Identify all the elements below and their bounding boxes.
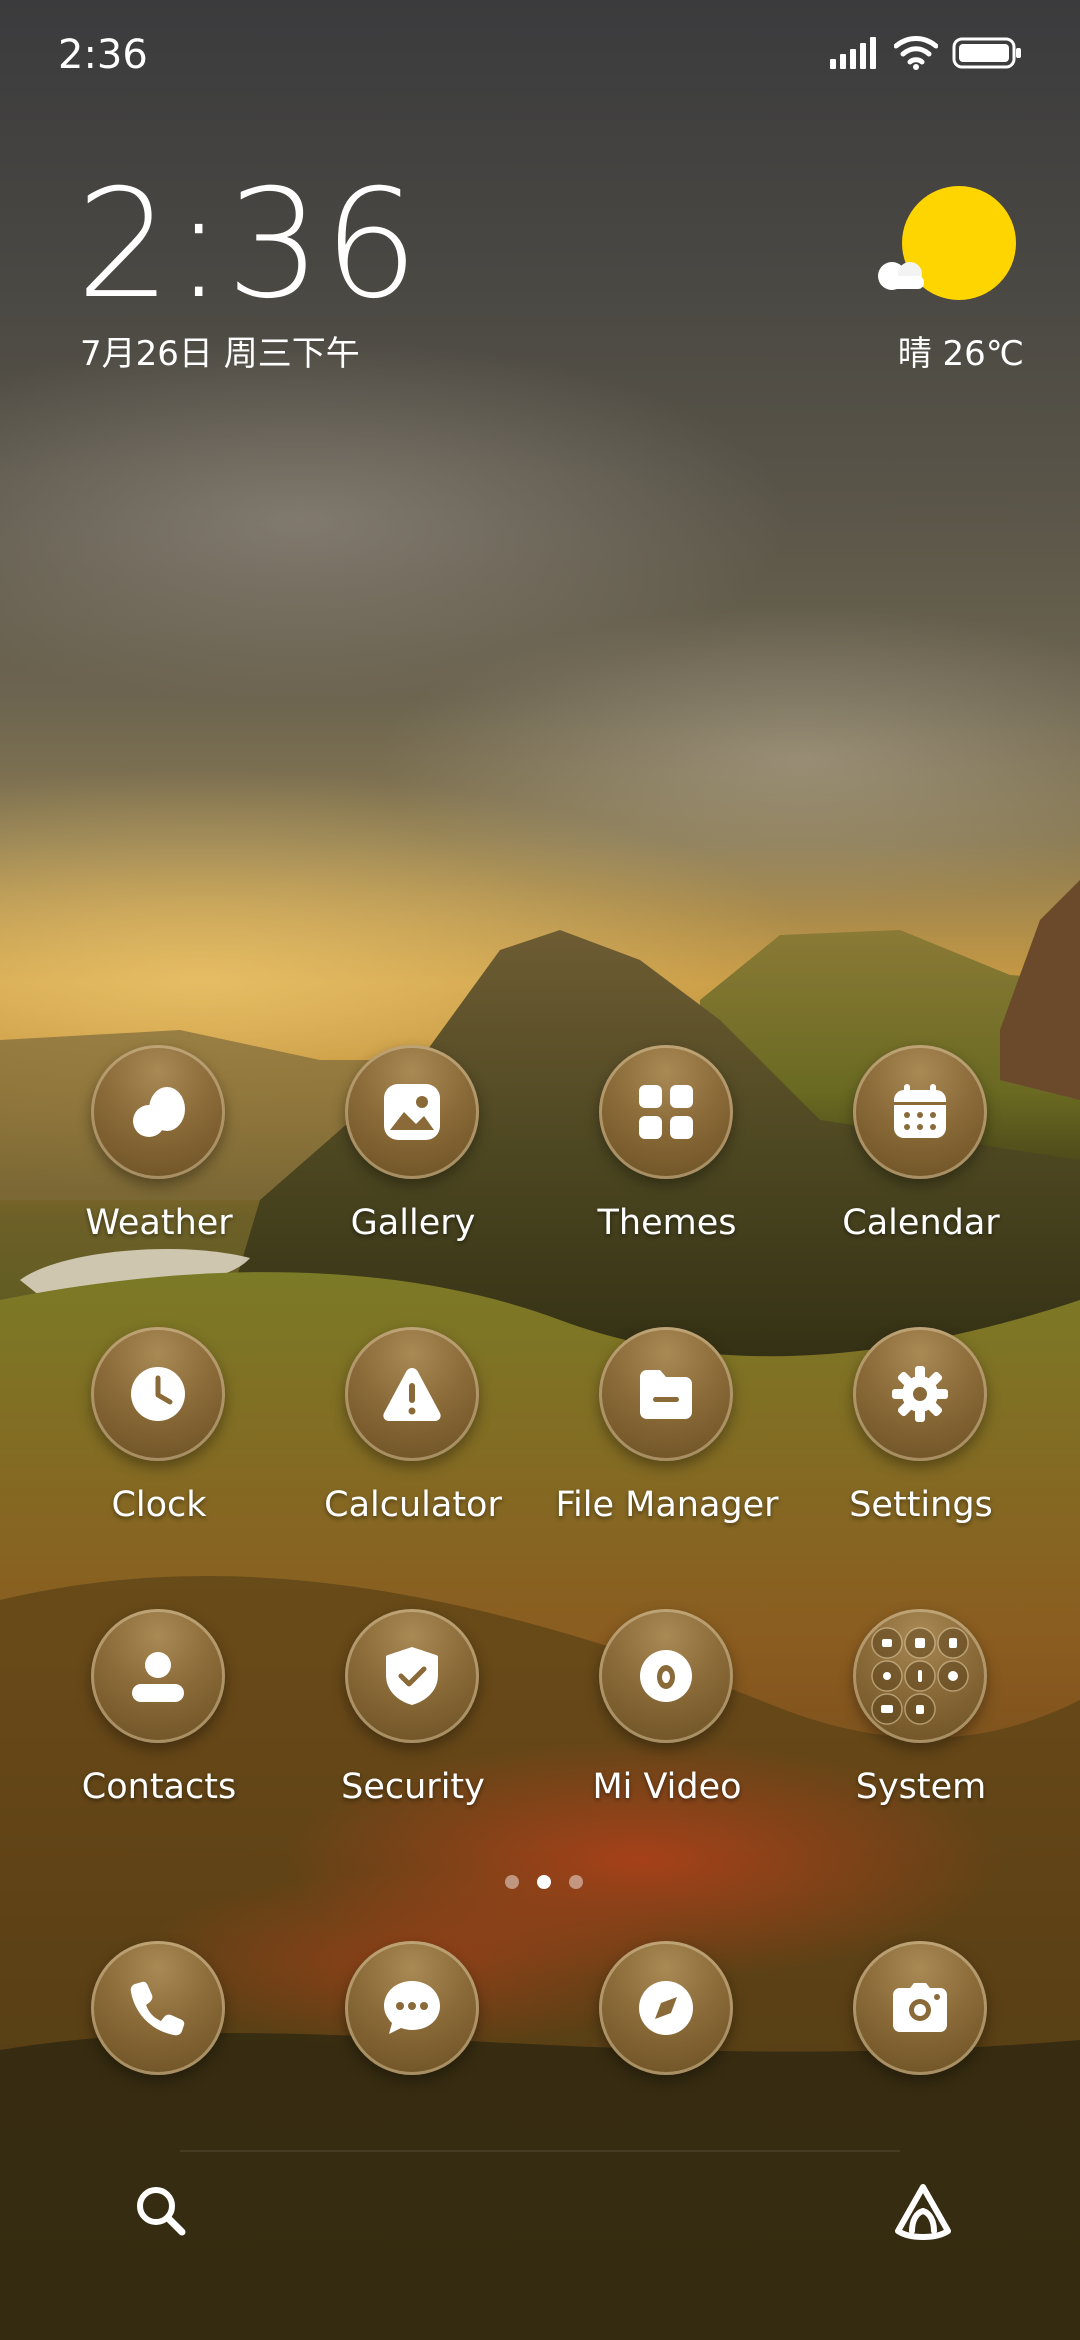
assistant-button[interactable] xyxy=(888,2176,958,2246)
app-label: System xyxy=(855,1767,987,1807)
app-weather[interactable]: Weather xyxy=(32,1045,286,1275)
person-icon xyxy=(91,1609,225,1743)
dock-divider xyxy=(180,2150,900,2152)
clock-widget-time[interactable]: 2:36 xyxy=(76,170,421,320)
weather-drop-icon xyxy=(91,1045,225,1179)
warning-triangle-icon xyxy=(345,1327,479,1461)
app-label: Themes xyxy=(597,1203,737,1243)
app-themes[interactable]: Themes xyxy=(540,1045,794,1275)
weather-text: 晴 26℃ xyxy=(897,334,1024,374)
search-button[interactable] xyxy=(126,2176,196,2246)
status-bar: 2:36 xyxy=(0,0,1080,110)
message-bubble-icon xyxy=(345,1941,479,2075)
folder-grid-icon xyxy=(853,1609,987,1743)
app-label: Clock xyxy=(111,1485,207,1525)
app-label: Mi Video xyxy=(592,1767,742,1807)
page-dot-active[interactable] xyxy=(537,1875,551,1889)
page-indicator[interactable] xyxy=(444,1870,644,1894)
app-label: Calendar xyxy=(842,1203,1000,1243)
app-label: Contacts xyxy=(81,1767,237,1807)
search-icon xyxy=(137,2187,186,2236)
dock-browser[interactable] xyxy=(540,1941,794,2171)
weather-widget[interactable]: 晴 26℃ xyxy=(874,186,1024,374)
battery-icon xyxy=(952,37,1021,69)
app-gallery[interactable]: Gallery xyxy=(286,1045,540,1275)
status-icons xyxy=(830,36,1022,70)
app-clock[interactable]: Clock xyxy=(32,1327,286,1557)
page-dot[interactable] xyxy=(505,1875,519,1889)
app-label: Weather xyxy=(85,1203,233,1243)
app-label: Settings xyxy=(849,1485,993,1525)
calendar-icon xyxy=(853,1045,987,1179)
signal-icon xyxy=(830,37,876,69)
app-mi-video[interactable]: Mi Video xyxy=(540,1609,794,1839)
app-label: Security xyxy=(341,1767,485,1807)
cloud-icon xyxy=(878,262,924,290)
app-system-folder[interactable]: System xyxy=(794,1609,1048,1839)
dock-messages[interactable] xyxy=(286,1941,540,2171)
clock-widget-date: 7月26日 周三下午 xyxy=(80,334,360,374)
dock-phone[interactable] xyxy=(32,1941,286,2171)
app-contacts[interactable]: Contacts xyxy=(32,1609,286,1839)
shield-check-icon xyxy=(345,1609,479,1743)
video-play-icon xyxy=(599,1609,733,1743)
home-screen: 2:36 2:36 7月26日 周三下午 晴 26℃ Weather Galle… xyxy=(0,0,1080,2340)
themes-grid-icon xyxy=(599,1045,733,1179)
gallery-icon xyxy=(345,1045,479,1179)
folder-icon xyxy=(599,1327,733,1461)
page-dot[interactable] xyxy=(569,1875,583,1889)
app-file-manager[interactable]: File Manager xyxy=(540,1327,794,1557)
app-label: File Manager xyxy=(555,1485,779,1525)
camera-icon xyxy=(853,1941,987,2075)
compass-icon xyxy=(599,1941,733,2075)
wifi-icon xyxy=(894,36,938,70)
app-calendar[interactable]: Calendar xyxy=(794,1045,1048,1275)
app-security[interactable]: Security xyxy=(286,1609,540,1839)
app-calculator[interactable]: Calculator xyxy=(286,1327,540,1557)
app-label: Gallery xyxy=(350,1203,476,1243)
phone-icon xyxy=(91,1941,225,2075)
status-time: 2:36 xyxy=(58,32,148,78)
assistant-icon xyxy=(895,2184,951,2240)
app-settings[interactable]: Settings xyxy=(794,1327,1048,1557)
dock-camera[interactable] xyxy=(794,1941,1048,2171)
app-label: Calculator xyxy=(324,1485,502,1525)
gear-icon xyxy=(853,1327,987,1461)
clock-icon xyxy=(91,1327,225,1461)
